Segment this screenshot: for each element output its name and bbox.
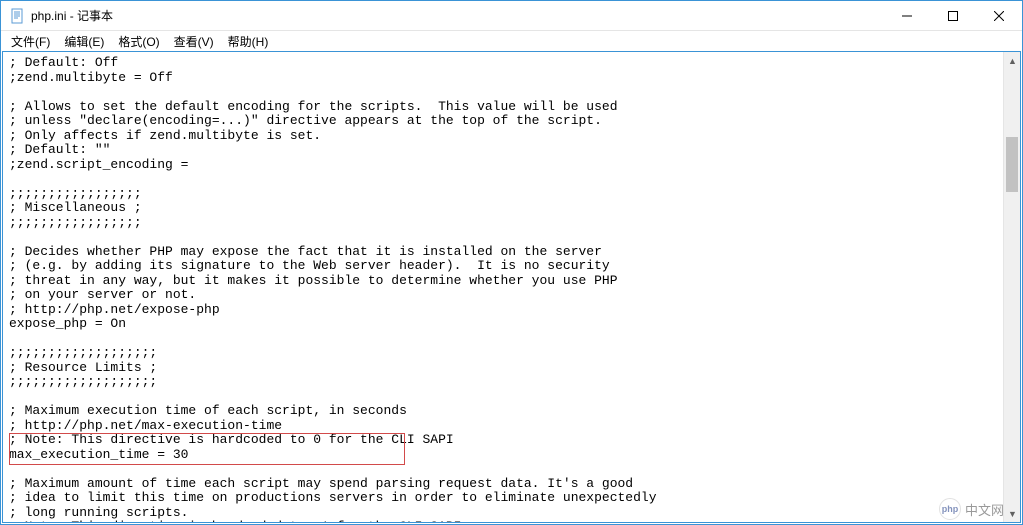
menu-edit[interactable]: 编辑(E)	[58, 32, 110, 51]
scroll-down-icon[interactable]: ▼	[1004, 505, 1021, 522]
window-controls	[884, 1, 1022, 30]
vertical-scrollbar[interactable]: ▲ ▼	[1003, 52, 1020, 522]
menubar: 文件(F) 编辑(E) 格式(O) 查看(V) 帮助(H)	[1, 31, 1022, 51]
menu-file[interactable]: 文件(F)	[5, 32, 56, 51]
minimize-button[interactable]	[884, 1, 930, 31]
titlebar: php.ini - 记事本	[1, 1, 1022, 31]
window-title: php.ini - 记事本	[31, 7, 884, 24]
scroll-thumb[interactable]	[1006, 137, 1018, 192]
notepad-icon	[9, 8, 25, 24]
close-button[interactable]	[976, 1, 1022, 31]
php-logo-icon: php	[939, 498, 961, 520]
maximize-button[interactable]	[930, 1, 976, 31]
menu-help[interactable]: 帮助(H)	[222, 32, 275, 51]
scroll-up-icon[interactable]: ▲	[1004, 52, 1021, 69]
content-area: ; Default: Off ;zend.multibyte = Off ; A…	[2, 51, 1021, 523]
text-editor[interactable]: ; Default: Off ;zend.multibyte = Off ; A…	[3, 52, 1003, 522]
watermark-text: 中文网	[965, 500, 1004, 519]
menu-format[interactable]: 格式(O)	[112, 32, 165, 51]
menu-view[interactable]: 查看(V)	[168, 32, 220, 51]
watermark: php 中文网	[939, 498, 1004, 520]
